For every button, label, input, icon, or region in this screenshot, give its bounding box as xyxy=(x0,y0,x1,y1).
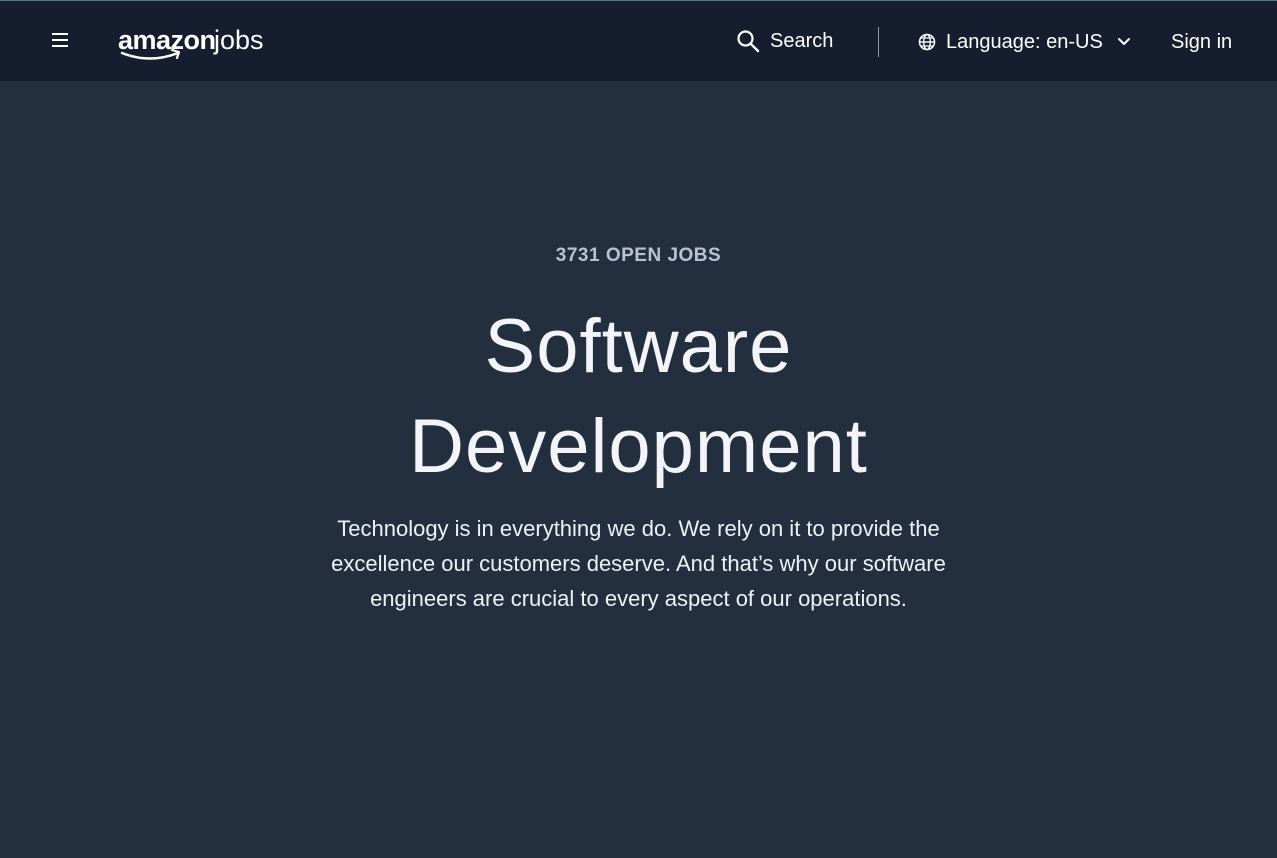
hero-section: 3731 OPEN JOBS Software Development Tech… xyxy=(0,81,1277,858)
nav-divider xyxy=(878,27,879,57)
page-title-line-2: Development xyxy=(409,404,868,489)
amazon-smile-logo xyxy=(120,48,181,60)
page-title: Software Development xyxy=(0,297,1277,497)
page-title-line-1: Software xyxy=(484,304,793,389)
open-jobs-count: 3731 OPEN JOBS xyxy=(555,245,722,266)
search-button[interactable]: Search xyxy=(736,26,833,56)
sign-in-label: Sign in xyxy=(1171,30,1233,53)
logo-jobs-text: jobs xyxy=(214,25,264,55)
search-label: Search xyxy=(770,29,834,52)
amazon-jobs-logo[interactable]: amazon jobs xyxy=(118,23,278,65)
language-selector[interactable]: Language: en-US xyxy=(918,27,1131,57)
language-label: Language: en-US xyxy=(946,30,1103,53)
sign-in-link[interactable]: Sign in xyxy=(1171,27,1232,57)
chevron-down-icon xyxy=(1117,38,1130,45)
top-navigation-bar: amazon jobs Search Language: en-US Sign … xyxy=(0,0,1277,81)
search-icon xyxy=(737,30,760,53)
menu-button[interactable] xyxy=(50,29,72,51)
hamburger-menu-icon xyxy=(52,33,68,47)
globe-icon xyxy=(918,33,936,51)
team-description: Technology is in everything we do. We re… xyxy=(331,516,946,611)
